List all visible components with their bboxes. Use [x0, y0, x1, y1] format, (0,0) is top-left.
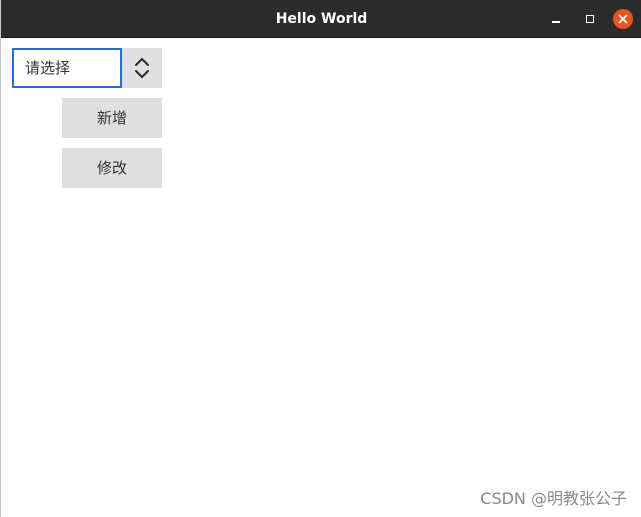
window-title: Hello World	[275, 11, 368, 27]
minimize-button[interactable]	[546, 9, 566, 29]
updown-chevron-icon	[135, 58, 149, 78]
combobox-value: 请选择	[25, 59, 71, 77]
select-combobox[interactable]: 请选择	[12, 48, 162, 88]
add-button[interactable]: 新增	[62, 98, 162, 138]
close-button[interactable]	[613, 9, 633, 29]
watermark-text: CSDN @明教张公子	[480, 489, 627, 508]
combobox-arrow-button[interactable]	[122, 48, 162, 88]
maximize-icon	[586, 15, 594, 23]
app-window: Hello World 请选择 新增 修改 CSDN @明教张公子	[0, 0, 641, 517]
combobox-field[interactable]: 请选择	[12, 48, 122, 88]
close-icon	[618, 14, 628, 24]
edit-button[interactable]: 修改	[62, 148, 162, 188]
title-bar[interactable]: Hello World	[1, 0, 641, 38]
maximize-button[interactable]	[580, 9, 600, 29]
minimize-icon	[552, 21, 560, 23]
